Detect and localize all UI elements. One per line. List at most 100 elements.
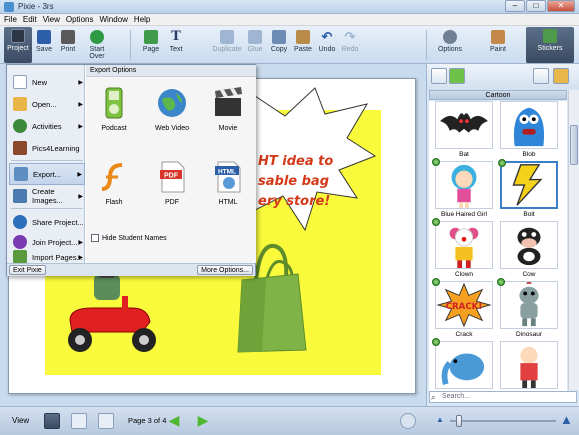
- flash-icon: [101, 163, 123, 191]
- text-label: Text: [169, 46, 183, 53]
- sticker-bolt[interactable]: Bolt: [497, 159, 561, 218]
- menu-item-export[interactable]: Export... ▶: [9, 163, 85, 185]
- sticker-search-input[interactable]: Search...: [429, 391, 577, 403]
- export-podcast[interactable]: Podcast: [88, 87, 140, 132]
- menu-item-open[interactable]: Open... ▶: [9, 93, 85, 115]
- close-button[interactable]: ✕: [547, 0, 575, 12]
- hide-student-names-checkbox[interactable]: [91, 234, 99, 242]
- search-icon: ⌕: [431, 393, 436, 402]
- sticker-bat[interactable]: Bat: [432, 101, 496, 158]
- slide-text-line: ery store!: [258, 194, 331, 209]
- export-pdf[interactable]: PDF PDF: [146, 161, 198, 206]
- print-button[interactable]: Print: [57, 28, 79, 53]
- bat-sticker-icon: [440, 113, 488, 133]
- duplicate-button[interactable]: Duplicate: [212, 28, 242, 53]
- next-page-arrow-icon[interactable]: ▶: [195, 413, 211, 429]
- menu-item-label: Activities: [32, 121, 62, 131]
- sticker-status-icon: [497, 278, 505, 286]
- sticker-elephant[interactable]: [432, 338, 496, 389]
- blue-haired-girl-sticker-icon: [451, 164, 477, 208]
- zoom-in-icon[interactable]: ▲: [560, 412, 573, 427]
- sticker-dinosaur[interactable]: Dinosaur: [497, 278, 561, 338]
- sticker-label: Blob: [522, 151, 536, 158]
- glue-button[interactable]: Glue: [246, 28, 264, 53]
- submenu-arrow-icon: ▶: [78, 101, 83, 108]
- paste-label: Paste: [294, 46, 312, 53]
- folder-icon[interactable]: [553, 68, 569, 84]
- export-label: PDF: [165, 199, 179, 206]
- menu-edit[interactable]: Edit: [23, 14, 37, 25]
- svg-text:HTML: HTML: [218, 169, 236, 176]
- maximize-button[interactable]: □: [526, 0, 546, 12]
- exit-pixie-button[interactable]: Exit Pixie: [9, 265, 46, 275]
- sticker-crack[interactable]: CRACK! Crack: [432, 278, 496, 338]
- scrollbar-thumb[interactable]: [570, 125, 578, 165]
- menu-file[interactable]: File: [4, 14, 17, 25]
- slide-text[interactable]: HT idea to sable bag ery store!: [258, 152, 333, 212]
- duplicate-label: Duplicate: [212, 46, 242, 53]
- sticker-character[interactable]: [497, 341, 561, 389]
- settings-icon[interactable]: [400, 413, 416, 429]
- export-label: Podcast: [101, 125, 127, 132]
- menu-window[interactable]: Window: [99, 14, 127, 25]
- start-over-button[interactable]: Start Over: [82, 28, 112, 60]
- character-sticker-icon: [520, 346, 538, 388]
- svg-text:CRACK!: CRACK!: [446, 302, 483, 312]
- page-button[interactable]: Page: [140, 28, 162, 53]
- more-options-button[interactable]: More Options...: [197, 265, 253, 275]
- menu-options[interactable]: Options: [66, 14, 94, 25]
- stickers-icon: [543, 29, 557, 43]
- text-button[interactable]: T Text: [166, 28, 186, 54]
- previous-page-arrow-icon[interactable]: ◀: [166, 413, 182, 429]
- copy-button[interactable]: Copy: [270, 28, 288, 53]
- start-over-icon: [90, 30, 104, 44]
- ipod-icon: [105, 87, 123, 119]
- menu-item-create-images[interactable]: Create Images... ▶: [9, 185, 85, 207]
- scooter-rider-image[interactable]: [52, 268, 170, 360]
- refresh-icon[interactable]: [431, 68, 447, 84]
- pixie-app-icon: [4, 2, 14, 12]
- export-movie[interactable]: Movie: [202, 87, 254, 132]
- export-html[interactable]: HTML HTML: [202, 161, 254, 206]
- paste-icon: [296, 30, 310, 44]
- sticker-blue-haired-girl[interactable]: Blue Haired Girl: [432, 158, 496, 218]
- menu-item-activities[interactable]: Activities ▶: [9, 115, 85, 137]
- options-button[interactable]: Options: [436, 28, 464, 53]
- export-label: Movie: [218, 125, 238, 132]
- minimize-button[interactable]: –: [505, 0, 525, 12]
- menu-view[interactable]: View: [43, 14, 60, 25]
- grid-view-button[interactable]: [71, 413, 87, 429]
- menu-item-share-project[interactable]: Share Project...: [9, 211, 85, 233]
- zoom-out-icon[interactable]: ▲: [436, 415, 444, 424]
- back-arrow-icon[interactable]: [449, 68, 465, 84]
- paint-button[interactable]: Paint: [486, 28, 510, 53]
- export-flash[interactable]: Flash: [88, 161, 140, 206]
- sticker-blob[interactable]: Blob: [497, 101, 561, 158]
- single-page-view-button[interactable]: [44, 413, 60, 429]
- sticker-scrollbar[interactable]: [568, 90, 579, 390]
- menu-bar: File Edit View Options Window Help: [0, 14, 579, 26]
- zoom-slider-track[interactable]: [450, 420, 556, 422]
- stickers-label: Stickers: [537, 45, 563, 52]
- paste-button[interactable]: Paste: [293, 28, 313, 53]
- sticker-library-icon[interactable]: [533, 68, 549, 84]
- menu-item-pics4learning[interactable]: Pics4Learning: [9, 137, 85, 159]
- project-button[interactable]: Project: [4, 27, 32, 63]
- undo-button[interactable]: ↶ Undo: [318, 28, 336, 54]
- menu-help[interactable]: Help: [134, 14, 150, 25]
- zoom-slider-handle[interactable]: [456, 415, 462, 427]
- printer-icon: [61, 30, 75, 44]
- export-web-video[interactable]: Web Video: [146, 87, 198, 132]
- sticker-clown[interactable]: Clown: [432, 218, 496, 278]
- toolbar-separator: [426, 30, 427, 60]
- sticker-label: Clown: [454, 271, 474, 278]
- presentation-view-button[interactable]: [98, 413, 114, 429]
- menu-item-new[interactable]: New ▶: [9, 71, 85, 93]
- stickers-button[interactable]: Stickers: [526, 27, 574, 63]
- redo-button[interactable]: ↷ Redo: [341, 28, 359, 54]
- window-title: Pixie - 3rs: [18, 2, 54, 11]
- save-button[interactable]: Save: [34, 28, 54, 53]
- sticker-cow[interactable]: Cow: [497, 221, 561, 278]
- sticker-label: Bat: [459, 151, 469, 158]
- hide-student-names-option[interactable]: Hide Student Names: [91, 234, 167, 242]
